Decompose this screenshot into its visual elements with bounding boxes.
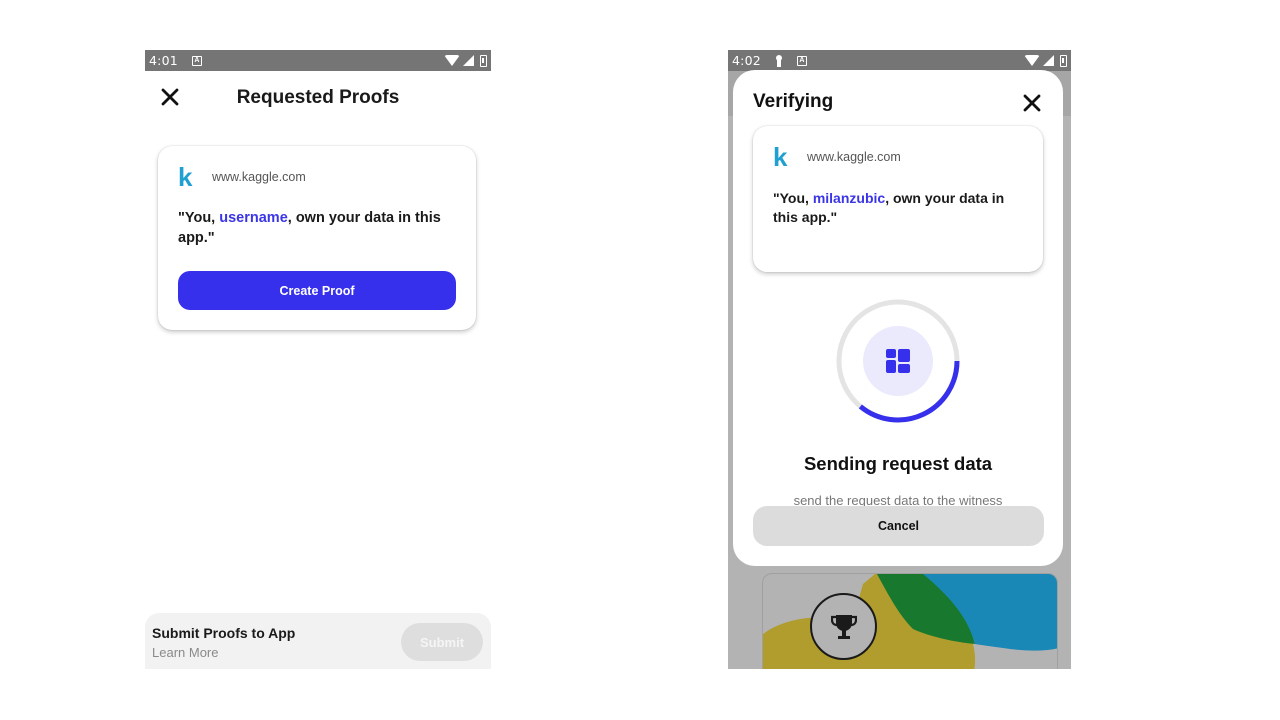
trophy-badge [810,593,877,660]
page-title: Requested Proofs [236,87,400,108]
proof-claim: "You, username, own your data in this ap… [178,208,456,248]
learn-more-link[interactable]: Learn More [152,645,218,660]
claim-prefix: "You, [773,190,813,206]
proof-card: k www.kaggle.com "You, milanzubic, own y… [753,126,1043,272]
key-icon [775,54,783,67]
create-proof-button[interactable]: Create Proof [178,271,456,310]
submit-button[interactable]: Submit [401,623,483,661]
kaggle-logo-icon: k [178,162,193,192]
proof-source: k www.kaggle.com [773,144,901,170]
battery-icon [480,54,487,67]
verifying-modal: Verifying k www.kaggle.com "You, milanzu… [733,70,1063,566]
proof-claim: "You, milanzubic, own your data in this … [773,189,1013,227]
cancel-button[interactable]: Cancel [753,506,1044,546]
claim-username: milanzubic [812,190,886,206]
site-url: www.kaggle.com [212,170,306,184]
modal-close-button[interactable] [1021,92,1043,114]
signal-icon [1043,55,1054,66]
verifying-screen: 4:02 A Verifying k www.kaggle.com "You, … [728,50,1071,669]
status-time: 4:01 [149,53,178,68]
requested-proofs-screen: 4:01 A Requested Proofs k www.kaggle.com… [145,50,491,669]
status-bar: 4:02 A [728,50,1071,71]
progress-ring [836,299,960,423]
wifi-icon [444,55,460,66]
a-notification-icon: A [191,55,202,66]
claim-prefix: "You, [178,210,220,226]
progress-icon-bg [863,326,933,396]
wifi-icon [1024,55,1040,66]
modal-title: Verifying [753,91,834,112]
submit-proofs-bar: Submit Proofs to App Learn More Submit [145,613,491,669]
submit-proofs-title: Submit Proofs to App [152,625,296,641]
proof-source: k www.kaggle.com [178,164,306,190]
status-time: 4:02 [732,53,761,68]
trophy-icon [830,614,857,639]
status-title: Sending request data [803,453,993,474]
site-url: www.kaggle.com [807,150,901,164]
signal-icon [463,55,474,66]
background-card [762,573,1058,669]
battery-icon [1060,54,1067,67]
close-icon [1023,94,1041,112]
status-bar: 4:01 A [145,50,491,71]
claim-username: username [219,210,288,226]
proof-card: k www.kaggle.com "You, username, own you… [158,146,476,330]
top-app-bar: Requested Proofs [145,71,491,127]
kaggle-logo-icon: k [773,142,788,172]
background-artwork [763,574,1057,669]
a-notification-icon: A [796,55,807,66]
